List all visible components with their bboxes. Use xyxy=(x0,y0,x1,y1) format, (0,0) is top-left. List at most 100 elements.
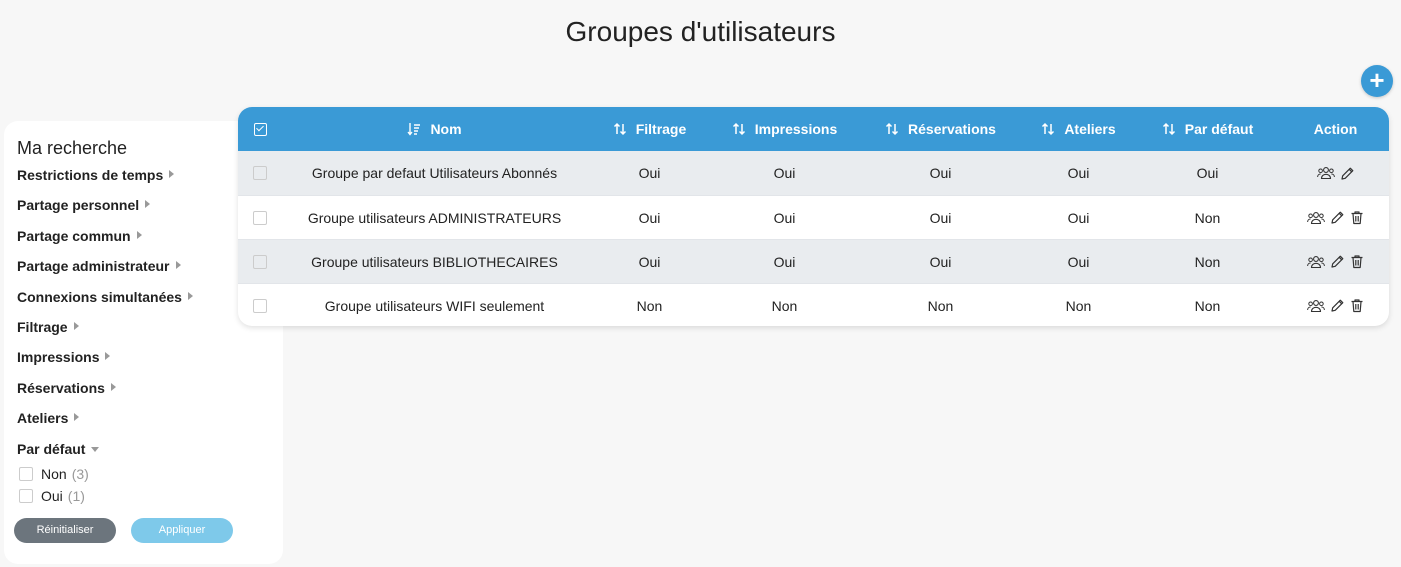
option-non: Non (3) xyxy=(19,463,193,485)
filter-restrictions-temps[interactable]: Restrictions de temps xyxy=(17,167,193,197)
caret-right-icon xyxy=(187,291,193,300)
filter-label: Par défaut xyxy=(17,440,86,457)
pencil-icon[interactable] xyxy=(1330,254,1345,269)
filter-label: Partage commun xyxy=(17,227,131,244)
cell-ateliers: Oui xyxy=(1067,165,1090,181)
caret-down-icon xyxy=(91,446,100,452)
filter-label: Partage administrateur xyxy=(17,258,170,275)
select-all-checkbox[interactable] xyxy=(253,122,267,136)
column-filtrage[interactable]: Filtrage xyxy=(587,107,712,151)
filter-partage-commun[interactable]: Partage commun xyxy=(17,228,193,258)
users-icon[interactable] xyxy=(1307,211,1325,225)
apply-button[interactable]: Appliquer xyxy=(131,518,233,543)
filter-label: Ateliers xyxy=(17,410,69,427)
column-label: Impressions xyxy=(754,121,838,137)
column-reservations[interactable]: Réservations xyxy=(857,107,1024,151)
row-checkbox[interactable] xyxy=(253,254,267,269)
option-label: Oui xyxy=(41,487,63,504)
caret-right-icon xyxy=(169,170,175,178)
cell-reservations: Oui xyxy=(929,253,952,270)
column-impressions[interactable]: Impressions xyxy=(712,107,857,151)
caret-right-icon xyxy=(145,200,151,209)
cell-nom: Groupe utilisateurs ADMINISTRATEURS xyxy=(307,209,562,226)
reset-button[interactable]: Réinitialiser xyxy=(14,518,116,543)
cell-par-defaut: Non xyxy=(1194,209,1221,226)
caret-right-icon xyxy=(110,382,116,391)
option-label: Non xyxy=(41,465,67,482)
sort-icon xyxy=(1162,122,1176,136)
pencil-icon[interactable] xyxy=(1330,210,1345,225)
cell-nom: Groupe utilisateurs WIFI seulement xyxy=(324,297,545,314)
option-oui: Oui (1) xyxy=(19,485,193,507)
caret-right-icon xyxy=(136,230,142,239)
sort-icon xyxy=(613,122,627,136)
caret-right-icon xyxy=(105,352,111,361)
cell-reservations: Non xyxy=(927,297,954,314)
cell-nom: Groupe par defaut Utilisateurs Abonnés xyxy=(311,165,558,181)
filter-ateliers[interactable]: Ateliers xyxy=(17,410,193,440)
cell-filtrage: Oui xyxy=(638,253,661,270)
cell-ateliers: Oui xyxy=(1067,209,1090,226)
trash-icon[interactable] xyxy=(1350,298,1364,313)
users-icon[interactable] xyxy=(1307,299,1325,313)
row-checkbox[interactable] xyxy=(253,210,267,225)
table-row[interactable]: Groupe utilisateurs WIFI seulement Non N… xyxy=(238,283,1389,326)
row-actions xyxy=(1316,166,1355,181)
filter-impressions[interactable]: Impressions xyxy=(17,349,193,379)
cell-filtrage: Non xyxy=(636,297,663,314)
users-icon[interactable] xyxy=(1316,166,1335,180)
row-checkbox[interactable] xyxy=(253,166,267,180)
filter-label: Partage personnel xyxy=(17,197,140,214)
filter-label: Filtrage xyxy=(17,318,68,335)
caret-right-icon xyxy=(73,321,79,330)
cell-impressions: Oui xyxy=(773,209,796,226)
row-checkbox[interactable] xyxy=(253,298,267,313)
filter-connexions-simultanees[interactable]: Connexions simultanées xyxy=(17,289,193,319)
column-par-defaut[interactable]: Par défaut xyxy=(1133,107,1282,151)
sort-icon xyxy=(885,122,899,136)
table-row[interactable]: Groupe par defaut Utilisateurs Abonnés O… xyxy=(238,151,1389,195)
filter-partage-administrateur[interactable]: Partage administrateur xyxy=(17,258,193,288)
trash-icon[interactable] xyxy=(1350,254,1364,269)
column-nom[interactable]: Nom xyxy=(282,107,587,151)
row-actions xyxy=(1307,254,1364,269)
option-count: (1) xyxy=(67,487,85,504)
table-row[interactable]: Groupe utilisateurs BIBLIOTHECAIRES Oui … xyxy=(238,239,1389,283)
cell-filtrage: Oui xyxy=(638,165,661,181)
sidebar-title: Ma recherche xyxy=(17,138,128,158)
filter-label: Connexions simultanées xyxy=(17,288,182,305)
cell-reservations: Oui xyxy=(929,209,952,226)
trash-icon[interactable] xyxy=(1350,210,1364,225)
cell-par-defaut: Non xyxy=(1194,297,1221,314)
pencil-icon[interactable] xyxy=(1340,166,1355,181)
option-non-checkbox[interactable] xyxy=(19,466,33,481)
sort-ascending-icon xyxy=(407,122,421,136)
cell-impressions: Non xyxy=(771,297,798,314)
filter-label: Restrictions de temps xyxy=(17,167,164,183)
filter-par-defaut[interactable]: Par défaut xyxy=(17,441,193,463)
caret-right-icon xyxy=(175,261,181,270)
add-group-button[interactable]: + xyxy=(1361,65,1393,97)
cell-ateliers: Non xyxy=(1065,297,1092,314)
caret-right-icon xyxy=(74,413,80,422)
page-title: Groupes d'utilisateurs xyxy=(565,16,836,47)
pencil-icon[interactable] xyxy=(1330,298,1345,313)
column-label: Nom xyxy=(430,121,462,137)
cell-impressions: Oui xyxy=(773,253,796,270)
column-label: Ateliers xyxy=(1064,121,1116,137)
column-label: Par défaut xyxy=(1184,121,1254,137)
cell-ateliers: Oui xyxy=(1067,253,1090,270)
users-icon[interactable] xyxy=(1307,255,1325,269)
sort-icon xyxy=(1041,122,1055,136)
filter-filtrage[interactable]: Filtrage xyxy=(17,319,193,349)
filter-list: Restrictions de temps Partage personnel … xyxy=(17,167,193,507)
cell-par-defaut: Non xyxy=(1194,253,1221,270)
cell-reservations: Oui xyxy=(929,165,952,181)
filter-reservations[interactable]: Réservations xyxy=(17,380,193,410)
table-row[interactable]: Groupe utilisateurs ADMINISTRATEURS Oui … xyxy=(238,195,1389,239)
groups-table: Nom Filtrage Impressions Réservations At… xyxy=(238,107,1389,326)
filter-partage-personnel[interactable]: Partage personnel xyxy=(17,197,193,227)
cell-nom: Groupe utilisateurs BIBLIOTHECAIRES xyxy=(311,253,558,270)
column-ateliers[interactable]: Ateliers xyxy=(1024,107,1133,151)
option-oui-checkbox[interactable] xyxy=(19,488,33,503)
